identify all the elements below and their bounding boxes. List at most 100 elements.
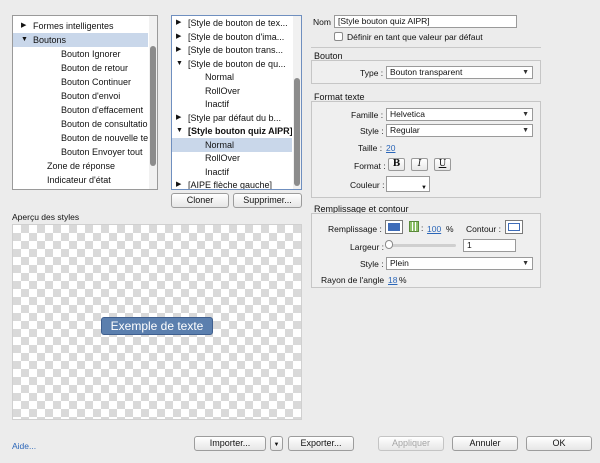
category-tree-item-label: Bouton Ignorer <box>61 49 121 59</box>
disclosure-closed-icon[interactable]: ▶ <box>176 16 181 30</box>
category-tree-item[interactable]: ▶ Formes intelligentes <box>13 19 148 33</box>
width-slider[interactable] <box>385 240 456 249</box>
export-button[interactable]: Exporter... <box>288 436 354 451</box>
fill-color-swatch[interactable] <box>385 220 403 234</box>
style-select[interactable]: Regular ▼ <box>386 124 533 137</box>
style-tree-item[interactable]: ▶ [Style de bouton de tex... <box>172 16 292 30</box>
scroll-thumb[interactable] <box>150 46 156 166</box>
italic-button[interactable]: I <box>411 158 428 171</box>
style-tree-item[interactable]: ▶ [AIPE flèche gauche] <box>172 178 292 189</box>
fill-opacity-value[interactable]: 100 <box>427 224 441 234</box>
style-tree-item-label: [Style de bouton de tex... <box>188 18 288 28</box>
underline-button[interactable]: U <box>434 158 451 171</box>
category-tree-scrollbar[interactable] <box>149 16 157 189</box>
style-tree-item[interactable]: RollOver <box>172 84 292 98</box>
style-tree-item[interactable]: RollOver <box>172 151 292 165</box>
delete-button[interactable]: Supprimer... <box>233 193 302 208</box>
chevron-down-icon: ▼ <box>522 260 529 267</box>
width-label: Largeur : <box>350 242 385 252</box>
style-tree-item-label: [Style par défaut du b... <box>188 112 282 123</box>
fill-color-icon <box>388 223 400 231</box>
clone-button[interactable]: Cloner <box>171 193 229 208</box>
style-tree[interactable]: ▶ [Style de bouton de tex... ▶ [Style de bo… <box>171 15 302 190</box>
style-tree-item[interactable]: ▶ [Style de bouton trans... <box>172 43 292 57</box>
width-input[interactable]: 1 <box>463 239 516 252</box>
category-tree-item[interactable]: Indicateur d'état <box>13 173 148 187</box>
category-tree-item[interactable]: ▼ Boutons <box>13 33 148 47</box>
style-tree-item-label: [Style de bouton de qu... <box>188 58 286 69</box>
chevron-down-icon: ▼ <box>522 111 529 118</box>
style-tree-scrollbar[interactable] <box>293 16 301 189</box>
cancel-button[interactable]: Annuler <box>452 436 518 451</box>
category-tree-item[interactable]: Bouton Ignorer <box>13 47 148 61</box>
disclosure-closed-icon[interactable]: ▶ <box>176 178 181 189</box>
family-select[interactable]: Helvetica ▼ <box>386 108 533 121</box>
disclosure-closed-icon[interactable]: ▶ <box>176 111 181 125</box>
disclosure-closed-icon[interactable]: ▶ <box>176 43 181 57</box>
style-tree-item[interactable]: ▶ [Style par défaut du b... <box>172 111 292 125</box>
sample-button-preview: Exemple de texte <box>101 317 213 335</box>
size-value[interactable]: 20 <box>386 143 395 153</box>
category-tree-item[interactable]: Bouton d'effacement <box>13 103 148 117</box>
chevron-down-icon: ▼ <box>273 442 280 448</box>
stroke-style-label: Style : <box>360 259 384 269</box>
style-tree-item[interactable]: Normal <box>172 137 292 152</box>
category-tree-item[interactable]: Zone de réponse <box>13 159 148 173</box>
scroll-thumb[interactable] <box>294 78 300 186</box>
style-tree-item[interactable]: ▼ [Style de bouton de qu... <box>172 57 292 71</box>
chevron-down-icon: ▼ <box>421 185 427 191</box>
disclosure-open-icon[interactable]: ▼ <box>21 33 28 47</box>
import-button[interactable]: Importer... <box>194 436 266 451</box>
category-tree-item[interactable]: Bouton Continuer <box>13 75 148 89</box>
preview-area: Exemple de texte <box>12 224 302 420</box>
name-input[interactable]: [Style bouton quiz AIPR] <box>334 15 517 28</box>
category-tree-item[interactable]: Bouton de retour <box>13 61 148 75</box>
category-tree-item-label: Bouton d'effacement <box>61 105 144 115</box>
disclosure-open-icon[interactable]: ▼ <box>176 124 183 138</box>
bold-icon: B <box>392 159 401 169</box>
style-tree-item-label: Normal <box>205 72 235 82</box>
divider <box>311 47 541 48</box>
stroke-color-swatch[interactable] <box>505 220 523 234</box>
type-label: Type : <box>360 68 384 78</box>
color-label: Couleur : <box>350 180 385 190</box>
chevron-down-icon: ▼ <box>522 69 529 76</box>
category-tree[interactable]: ▶ Formes intelligentes ▼ Boutons Bouton Igno… <box>12 15 158 190</box>
type-value: Bouton transparent <box>390 67 463 77</box>
apply-button[interactable]: Appliquer <box>378 436 444 451</box>
bold-button[interactable]: B <box>388 158 405 171</box>
category-tree-item[interactable]: Bouton Envoyer tout <box>13 145 148 159</box>
style-tree-item-label: Inactif <box>205 99 230 109</box>
radius-value[interactable]: 18 <box>388 275 397 285</box>
style-tree-item-label: Normal <box>205 139 235 150</box>
style-tree-item[interactable]: Inactif <box>172 165 292 179</box>
fill-separator: : <box>421 223 424 233</box>
text-color-picker[interactable]: ▼ <box>386 176 430 192</box>
fill-label: Remplissage : <box>328 224 382 234</box>
category-tree-item-label: Boutons <box>33 35 67 45</box>
disclosure-open-icon[interactable]: ▼ <box>176 57 183 71</box>
category-tree-item[interactable]: Bouton de consultation <box>13 117 148 131</box>
name-label: Nom <box>313 17 331 27</box>
gradient-grid-icon[interactable] <box>409 221 419 232</box>
category-tree-item[interactable]: Bouton de nouvelle tentative <box>13 131 148 145</box>
category-tree-item[interactable]: Bouton d'envoi <box>13 89 148 103</box>
default-checkbox[interactable] <box>334 32 343 41</box>
category-tree-item-label: Zone de réponse <box>47 161 116 171</box>
help-link[interactable]: Aide... <box>12 441 36 451</box>
ok-button[interactable]: OK <box>526 436 592 451</box>
style-tree-item[interactable]: Inactif <box>172 97 292 111</box>
stroke-style-select[interactable]: Plein ▼ <box>386 257 533 270</box>
underline-icon: U <box>438 159 447 169</box>
stroke-style-value: Plein <box>390 258 409 268</box>
category-tree-item-label: Bouton de nouvelle tentative <box>61 133 148 143</box>
disclosure-closed-icon[interactable]: ▶ <box>21 19 26 33</box>
style-tree-item[interactable]: ▶ [Style de bouton d'ima... <box>172 30 292 44</box>
type-select[interactable]: Bouton transparent ▼ <box>386 66 533 79</box>
import-menu-button[interactable]: ▼ <box>270 436 283 451</box>
slider-handle[interactable] <box>385 240 393 249</box>
style-tree-item[interactable]: ▼ [Style bouton quiz AIPR] <box>172 124 292 138</box>
stroke-label: Contour : <box>466 224 501 234</box>
style-tree-item[interactable]: Normal <box>172 70 292 84</box>
disclosure-closed-icon[interactable]: ▶ <box>176 30 181 44</box>
